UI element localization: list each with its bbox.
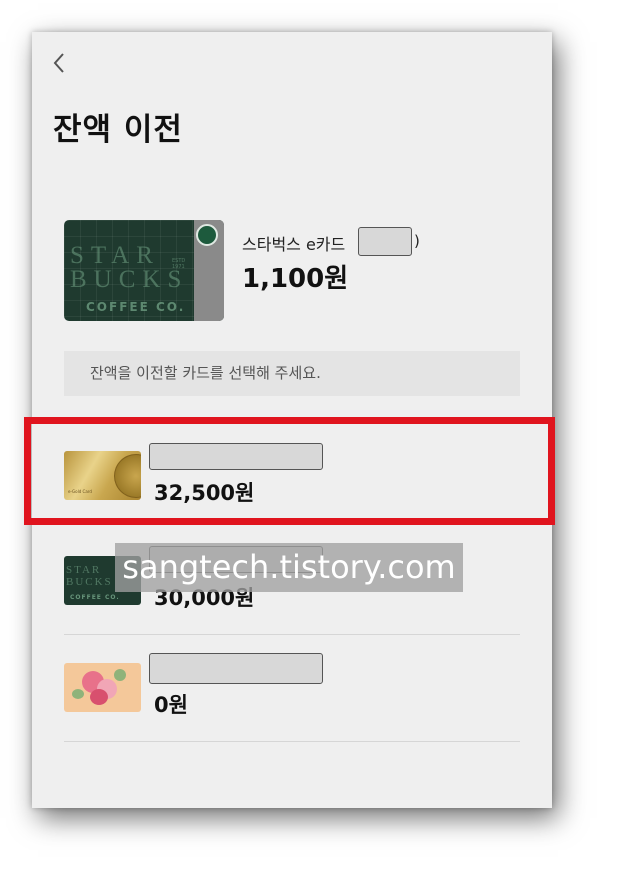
flower-card-thumbnail: [64, 663, 141, 712]
card-coffee-text: COFFEE CO.: [86, 300, 186, 314]
source-card-image: STAR BUCKS ESTD 1971 COFFEE CO.: [64, 220, 224, 321]
source-card-paren: ): [414, 232, 420, 250]
chevron-left-icon: [53, 53, 64, 73]
starbucks-logo-icon: [196, 224, 218, 246]
card-balance: 0원: [154, 693, 188, 717]
selection-highlight-box: [24, 417, 555, 525]
watermark: sangtech.tistory.com: [115, 543, 463, 592]
redacted-card-number: [358, 227, 412, 256]
card-list-item[interactable]: 0원: [64, 636, 520, 742]
back-chevron-icon[interactable]: [52, 50, 72, 78]
card-est-text: ESTD 1971: [172, 258, 186, 270]
source-card-balance: 1,100원: [242, 264, 349, 294]
card-logo-text: STAR BUCKS: [70, 242, 189, 293]
instruction-box: 잔액을 이전할 카드를 선택해 주세요.: [64, 351, 520, 396]
source-card-name: 스타벅스 e카드: [242, 235, 346, 254]
redacted-card-name: [149, 653, 323, 684]
page-title: 잔액 이전: [53, 112, 183, 148]
